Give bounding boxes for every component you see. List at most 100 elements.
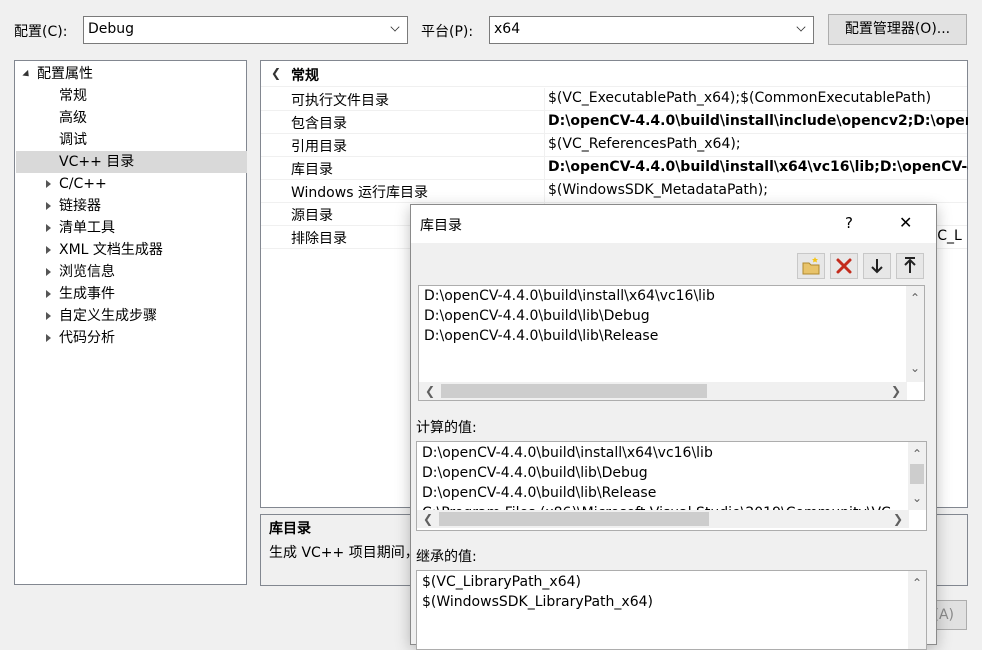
tree-item[interactable]: 常规 (15, 85, 246, 107)
tree-item[interactable]: C/C++ (15, 173, 246, 195)
close-button[interactable]: ✕ (899, 213, 912, 232)
expand-arrow-icon[interactable] (46, 312, 51, 320)
column-divider (544, 180, 545, 203)
library-directories-dialog: 库目录 ? ✕ D:\openCV-4.4.0\build\install\x6… (410, 204, 937, 650)
scroll-thumb[interactable] (441, 384, 707, 398)
scroll-right-icon[interactable]: ❯ (893, 513, 903, 525)
property-name: 可执行文件目录 (291, 93, 389, 109)
scroll-left-icon[interactable]: ❮ (423, 513, 433, 525)
delete-button[interactable] (830, 253, 858, 279)
config-label: 配置(C): (14, 24, 68, 40)
property-value[interactable]: $(WindowsSDK_MetadataPath); (548, 182, 968, 198)
description-title: 库目录 (269, 521, 311, 537)
property-name: 库目录 (291, 162, 333, 178)
directory-line[interactable]: D:\openCV-4.4.0\build\lib\Debug (424, 308, 650, 324)
expand-arrow-icon[interactable] (46, 246, 51, 254)
expand-arrow-icon[interactable] (46, 268, 51, 276)
property-row[interactable]: 可执行文件目录 $(VC_ExecutablePath_x64);$(Common… (261, 88, 967, 111)
property-value[interactable]: D:\openCV-4.4.0\build\install\include\op… (548, 113, 968, 129)
scroll-up-icon[interactable]: ⌃ (912, 448, 922, 460)
property-value[interactable]: D:\openCV-4.4.0\build\install\x64\vc16\l… (548, 159, 968, 175)
inherited-line[interactable]: $(WindowsSDK_LibraryPath_x64) (422, 594, 653, 610)
column-divider (544, 134, 545, 157)
property-row[interactable]: Windows 运行库目录 $(WindowsSDK_MetadataPath); (261, 180, 967, 203)
tree-item[interactable]: 代码分析 (15, 327, 246, 349)
platform-combobox[interactable]: x64 (489, 16, 814, 44)
move-down-icon (871, 259, 883, 274)
vertical-scrollbar[interactable]: ⌃ ⌄ (906, 286, 924, 382)
expanded-arrow-icon (22, 69, 32, 79)
column-divider (544, 157, 545, 180)
tree-item-label: VC++ 目录 (59, 154, 135, 170)
tree-item-label: XML 文档生成器 (59, 242, 163, 258)
vertical-scrollbar[interactable]: ⌃ ⌄ (908, 442, 926, 510)
tree-item[interactable]: XML 文档生成器 (15, 239, 246, 261)
directory-line[interactable]: D:\openCV-4.4.0\build\install\x64\vc16\l… (424, 288, 715, 304)
move-down-button[interactable] (863, 253, 891, 279)
move-up-button[interactable] (896, 253, 924, 279)
help-button[interactable]: ? (845, 214, 853, 232)
config-combobox[interactable]: Debug (83, 16, 408, 44)
tree-item[interactable]: 自定义生成步骤 (15, 305, 246, 327)
computed-line[interactable]: D:\openCV-4.4.0\build\install\x64\vc16\l… (422, 445, 713, 461)
tree-item[interactable]: 清单工具 (15, 217, 246, 239)
computed-line[interactable]: D:\openCV-4.4.0\build\lib\Release (422, 485, 656, 501)
inherited-line[interactable]: $(VC_LibraryPath_x64) (422, 574, 581, 590)
column-divider (544, 111, 545, 134)
computed-line[interactable]: D:\openCV-4.4.0\build\lib\Debug (422, 465, 648, 481)
move-up-icon (904, 257, 916, 273)
platform-label: 平台(P): (421, 24, 474, 40)
dialog-title: 库目录 (420, 218, 462, 234)
tree-root[interactable]: 配置属性 (22, 63, 93, 85)
tree-item[interactable]: 高级 (15, 107, 246, 129)
horizontal-scrollbar[interactable]: ❮ ❯ (417, 510, 909, 528)
tree-item[interactable]: 链接器 (15, 195, 246, 217)
expand-arrow-icon[interactable] (46, 334, 51, 342)
expand-arrow-icon[interactable] (46, 202, 51, 210)
computed-values-label: 计算的值: (416, 420, 477, 436)
vertical-scrollbar[interactable]: ⌃ (908, 571, 926, 649)
scroll-thumb[interactable] (439, 512, 709, 526)
tree-item-label: 常规 (59, 88, 87, 104)
property-row[interactable]: 库目录 D:\openCV-4.4.0\build\install\x64\vc1… (261, 157, 968, 180)
scroll-down-icon[interactable]: ⌄ (912, 492, 922, 504)
tree-item[interactable]: VC++ 目录 (16, 151, 247, 173)
property-name: 引用目录 (291, 139, 347, 155)
scroll-right-icon[interactable]: ❯ (891, 385, 901, 397)
directory-edit-list[interactable]: D:\openCV-4.4.0\build\install\x64\vc16\l… (418, 285, 925, 401)
tree-item-label: 浏览信息 (59, 264, 115, 280)
grid-section-title: 常规 (291, 68, 319, 84)
computed-values-list[interactable]: D:\openCV-4.4.0\build\install\x64\vc16\l… (416, 441, 927, 531)
inherited-values-label: 继承的值: (416, 549, 477, 565)
tree-item-label: 链接器 (59, 198, 101, 214)
directory-line[interactable]: D:\openCV-4.4.0\build\lib\Release (424, 328, 658, 344)
property-name: 源目录 (291, 208, 333, 224)
horizontal-scrollbar[interactable]: ❮ ❯ (419, 382, 907, 400)
grid-section-header[interactable]: ❮ 常规 (261, 61, 967, 87)
config-value: Debug (88, 21, 135, 37)
property-row[interactable]: 引用目录 $(VC_ReferencesPath_x64); (261, 134, 967, 157)
property-value[interactable]: $(VC_ExecutablePath_x64);$(CommonExecuta… (548, 90, 968, 106)
scroll-down-icon[interactable]: ⌄ (910, 362, 920, 374)
tree-item[interactable]: 浏览信息 (15, 261, 246, 283)
tree-item[interactable]: 调试 (15, 129, 246, 151)
expand-arrow-icon[interactable] (46, 180, 51, 188)
inherited-values-list[interactable]: $(VC_LibraryPath_x64) $(WindowsSDK_Librar… (416, 570, 927, 650)
collapse-chevron-icon: ❮ (271, 66, 282, 80)
config-manager-button[interactable]: 配置管理器(O)... (828, 14, 967, 45)
property-value[interactable]: $(VC_ReferencesPath_x64); (548, 136, 968, 152)
property-row[interactable]: 包含目录 D:\openCV-4.4.0\build\install\includ… (261, 111, 968, 134)
chevron-down-icon (796, 22, 806, 32)
expand-arrow-icon[interactable] (46, 290, 51, 298)
scroll-up-icon[interactable]: ⌃ (912, 577, 922, 589)
property-tree[interactable]: 配置属性 常规高级 调试 VC++ 目录 C/C++ 链接器清单工具 XML 文档生成器浏… (14, 60, 247, 585)
scroll-left-icon[interactable]: ❮ (425, 385, 435, 397)
expand-arrow-icon[interactable] (46, 224, 51, 232)
tree-item-label: 生成事件 (59, 286, 115, 302)
scroll-thumb[interactable] (910, 464, 924, 484)
dialog-title-bar: 库目录 ? ✕ (411, 205, 936, 243)
tree-item[interactable]: 生成事件 (15, 283, 246, 305)
scroll-up-icon[interactable]: ⌃ (910, 292, 920, 304)
new-folder-button[interactable] (797, 253, 825, 279)
delete-icon (836, 258, 852, 274)
